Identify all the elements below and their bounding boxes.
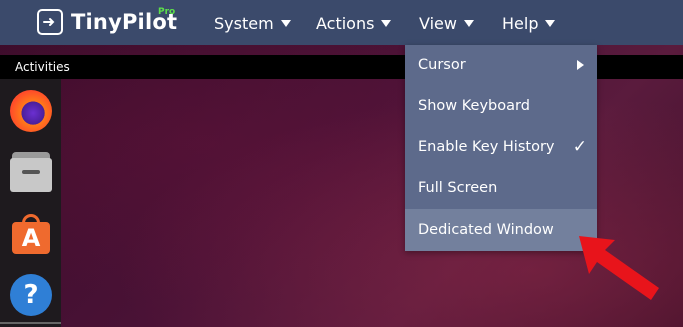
- tinypilot-logo[interactable]: TinyPilot Pro: [37, 7, 177, 35]
- menu-actions-label: Actions: [316, 13, 375, 33]
- menu-help-label: Help: [502, 13, 539, 33]
- menu-view-label: View: [419, 13, 457, 33]
- firefox-icon[interactable]: [10, 90, 52, 132]
- help-icon[interactable]: ?: [10, 274, 52, 316]
- menu-item-dedicated-window[interactable]: Dedicated Window: [405, 209, 597, 251]
- checkmark-icon: ✓: [572, 137, 587, 157]
- menu-item-enable-key-history[interactable]: Enable Key History ✓: [405, 127, 597, 167]
- menu-item-label: Cursor: [418, 57, 466, 73]
- software-store-icon[interactable]: A: [10, 214, 52, 256]
- chevron-down-icon: [381, 20, 392, 27]
- menu-item-label: Show Keyboard: [418, 98, 530, 114]
- chevron-down-icon: [463, 20, 474, 27]
- menu-item-label: Dedicated Window: [418, 222, 554, 238]
- menu-item-label: Full Screen: [418, 180, 498, 196]
- annotation-arrow-icon: [579, 236, 659, 300]
- chevron-right-icon: [577, 60, 584, 70]
- tinypilot-logo-icon: [37, 9, 63, 35]
- menu-item-cursor[interactable]: Cursor: [405, 45, 597, 85]
- tinypilot-header: TinyPilot Pro System Actions View Help: [0, 0, 683, 45]
- menu-system-label: System: [214, 13, 274, 33]
- activities-button[interactable]: Activities: [15, 60, 70, 74]
- chevron-down-icon: [280, 20, 291, 27]
- dock-divider: [0, 322, 61, 324]
- menu-actions[interactable]: Actions: [316, 12, 392, 34]
- files-icon[interactable]: [10, 152, 52, 194]
- pro-badge: Pro: [158, 7, 176, 17]
- menu-item-label: Enable Key History: [418, 139, 555, 155]
- view-dropdown-menu: Cursor Show Keyboard Enable Key History …: [405, 45, 597, 251]
- menu-item-full-screen[interactable]: Full Screen: [405, 168, 597, 208]
- menu-help[interactable]: Help: [502, 12, 556, 34]
- menu-item-show-keyboard[interactable]: Show Keyboard: [405, 86, 597, 126]
- menu-system[interactable]: System: [214, 12, 291, 34]
- chevron-down-icon: [545, 20, 556, 27]
- menu-view[interactable]: View: [419, 12, 474, 34]
